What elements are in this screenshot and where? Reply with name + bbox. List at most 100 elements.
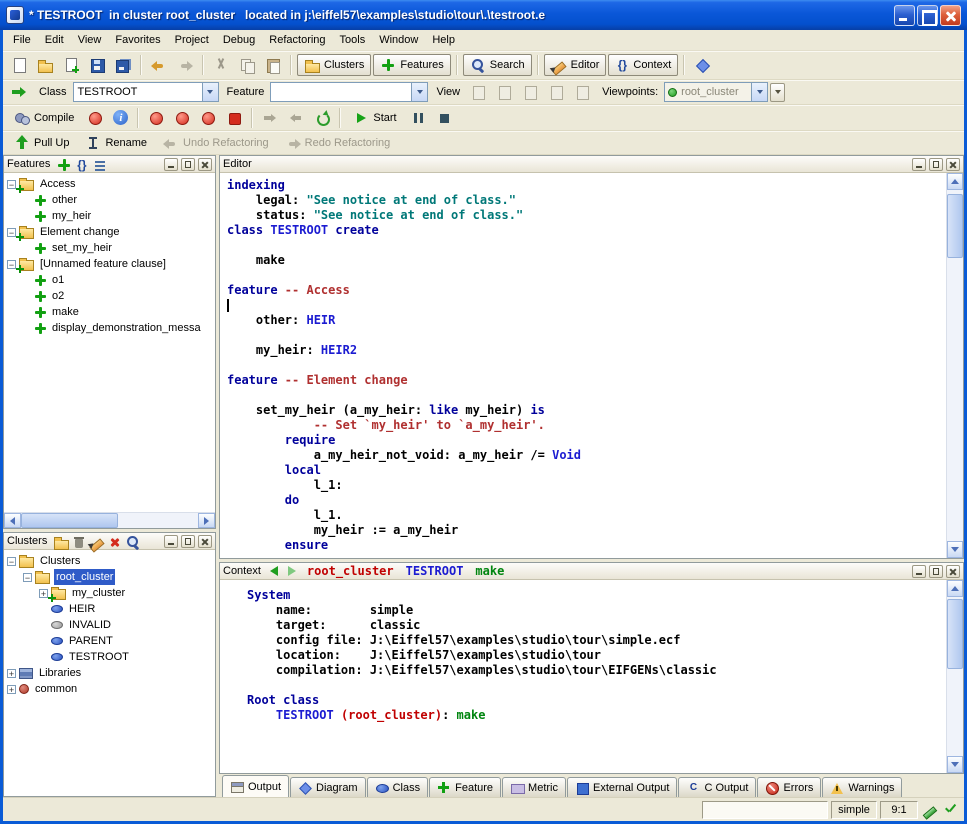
tab-class[interactable]: Class [367,777,429,797]
edit-icon[interactable] [89,534,104,549]
scroll-thumb[interactable] [947,194,963,258]
menu-tools[interactable]: Tools [333,32,373,48]
expand-icon[interactable]: + [7,685,16,694]
tree-item-label[interactable]: root_cluster [54,569,115,585]
pause-button[interactable] [406,107,430,129]
tree-item-my-cluster[interactable]: +my_cluster [4,585,215,601]
class-combobox-value[interactable]: TESTROOT [74,86,202,98]
tree-item-set-my-heir[interactable]: set_my_heir [4,240,215,256]
view-contract-button[interactable] [544,81,568,103]
class-combobox-dropdown[interactable] [202,83,218,101]
tree-item-my-heir[interactable]: my_heir [4,208,215,224]
expand-icon[interactable]: + [7,669,16,678]
tree-item-label[interactable]: Access [38,176,77,192]
editor-panel-header[interactable]: Editor [220,156,963,173]
tree-item-invalid[interactable]: INVALID [4,617,215,633]
menu-file[interactable]: File [6,32,38,48]
tree-item-label[interactable]: o1 [50,272,66,288]
features-panel-header[interactable]: Features {} [4,156,215,173]
refresh-button[interactable] [310,107,334,129]
scroll-right-arrow[interactable] [198,513,215,528]
viewpoints-combobox-dropdown[interactable] [751,83,767,101]
tree-item-heir[interactable]: HEIR [4,601,215,617]
tree-item-o2[interactable]: o2 [4,288,215,304]
view-clickable-button[interactable] [492,81,516,103]
panel-close-button[interactable] [946,158,960,171]
close-button[interactable] [940,5,961,26]
menu-debug[interactable]: Debug [216,32,262,48]
tree-item-label[interactable]: other [50,192,79,208]
tree-item-testroot[interactable]: TESTROOT [4,649,215,665]
save-all-button[interactable] [111,54,135,76]
tree-item-libraries[interactable]: + Libraries [4,665,215,681]
search-toggle-button[interactable]: Search [463,54,532,76]
tree-item-label[interactable]: make [50,304,81,320]
tree-item-label[interactable]: common [33,681,79,697]
breadcrumb-root_cluster[interactable]: root_cluster [307,564,394,578]
save-button[interactable] [85,54,109,76]
trash-icon[interactable] [71,534,86,549]
undo-button[interactable] [147,54,171,76]
minimize-button[interactable] [894,5,915,26]
discover-melt-button[interactable] [222,107,246,129]
tree-item-element-change[interactable]: −Element change [4,224,215,240]
tree-item-label[interactable]: o2 [50,288,66,304]
viewpoints-extra-dropdown[interactable] [770,83,785,102]
menu-refactoring[interactable]: Refactoring [262,32,332,48]
remove-icon[interactable] [107,534,122,549]
quick-melt-button[interactable] [170,107,194,129]
scroll-up-arrow[interactable] [947,580,963,597]
tree-item-label[interactable]: my_cluster [70,585,127,601]
diagram-tool-button[interactable] [690,54,714,76]
breadcrumb-TESTROOT[interactable]: TESTROOT [406,564,464,578]
title-bar[interactable]: * TESTROOT in cluster root_cluster locat… [0,0,967,30]
menu-edit[interactable]: Edit [38,32,71,48]
tree-item-access[interactable]: − Access [4,176,215,192]
features-hscrollbar[interactable] [4,512,215,528]
collapse-icon[interactable]: − [7,228,16,237]
project-info-button[interactable]: i [109,107,132,128]
tab-errors[interactable]: Errors [757,777,821,797]
tree-item-unnamed-feature-clause[interactable]: −[Unnamed feature clause] [4,256,215,272]
panel-minimize-button[interactable] [912,565,926,578]
new-cluster-icon[interactable] [53,534,68,549]
tab-metric[interactable]: Metric [502,777,566,797]
tree-item-common[interactable]: + common [4,681,215,697]
tree-item-label[interactable]: Libraries [37,665,83,681]
scroll-down-arrow[interactable] [947,541,963,558]
collapse-icon[interactable]: − [7,180,16,189]
tree-item-root-cluster[interactable]: −root_cluster [4,569,215,585]
tab-warnings[interactable]: Warnings [822,777,902,797]
features-toggle-button[interactable]: Features [373,54,450,76]
scroll-track[interactable] [947,597,963,756]
tree-item-label[interactable]: INVALID [67,617,113,633]
class-combobox[interactable]: TESTROOT [73,82,219,102]
context-toggle-button[interactable]: {} Context [608,54,678,76]
tree-item-label[interactable]: HEIR [67,601,97,617]
finalize-button[interactable] [196,107,220,129]
context-panel-header[interactable]: Context root_clusterTESTROOTmake [220,563,963,580]
tree-item-other[interactable]: other [4,192,215,208]
panel-close-button[interactable] [198,535,212,548]
search-icon[interactable] [125,534,140,549]
tab-feature[interactable]: Feature [429,777,501,797]
rename-button[interactable]: Rename [78,132,154,154]
redo-refactoring-button[interactable]: Redo Refactoring [278,132,398,154]
scroll-track[interactable] [21,513,198,528]
redo-button[interactable] [173,54,197,76]
panel-minimize-button[interactable] [164,535,178,548]
cut-button[interactable] [209,54,233,76]
freeze-button[interactable] [83,107,107,129]
paste-button[interactable] [261,54,285,76]
stop-button[interactable] [432,107,456,129]
pull-up-button[interactable]: Pull Up [7,132,76,154]
list-view-icon[interactable] [92,157,107,172]
panel-close-button[interactable] [946,565,960,578]
braces-icon[interactable]: {} [74,157,89,172]
breadcrumb-make[interactable]: make [475,564,504,578]
tree-item-label[interactable]: set_my_heir [50,240,114,256]
undo-refactoring-button[interactable]: Undo Refactoring [156,132,276,154]
viewpoints-combobox[interactable]: root_cluster [664,82,768,102]
scroll-thumb[interactable] [947,599,963,669]
add-item-button[interactable] [59,54,83,76]
